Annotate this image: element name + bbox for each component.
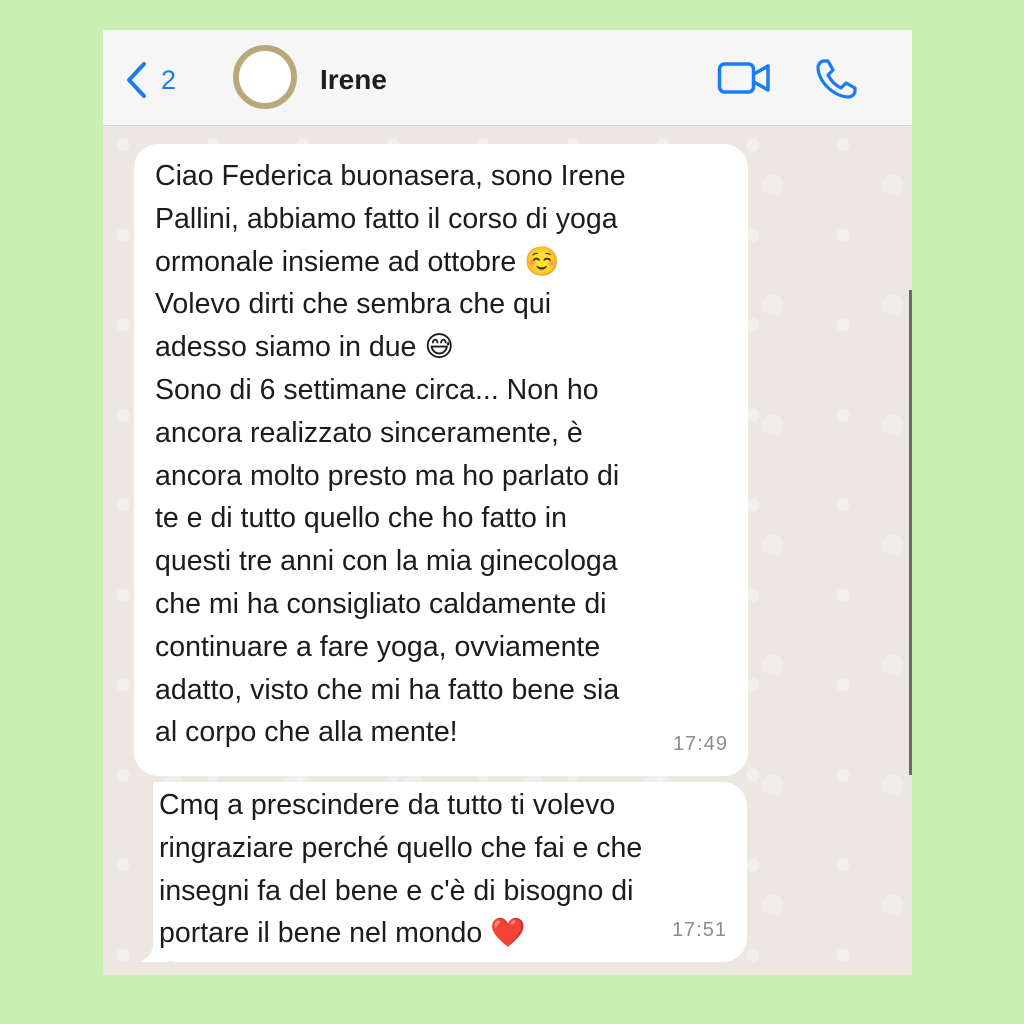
- message-bubble[interactable]: Ciao Federica buonasera, sono Irene Pall…: [134, 144, 748, 776]
- back-button[interactable]: 2: [125, 60, 176, 100]
- phone-icon: [816, 59, 857, 99]
- unread-count: 2: [161, 64, 177, 95]
- message-text: Cmq a prescindere da tutto ti volevo rin…: [159, 789, 643, 950]
- scroll-indicator[interactable]: [909, 290, 912, 775]
- message-time: 17:49: [672, 733, 728, 756]
- message-text: Ciao Federica buonasera, sono Irene Pall…: [155, 160, 626, 749]
- contact-name[interactable]: Irene: [320, 64, 387, 96]
- video-camera-icon: [717, 62, 770, 94]
- avatar[interactable]: [233, 45, 297, 109]
- message-bubble[interactable]: Cmq a prescindere da tutto ti volevo rin…: [153, 782, 747, 962]
- video-call-button[interactable]: [717, 60, 771, 101]
- voice-call-button[interactable]: [815, 58, 859, 105]
- message-time: 17:51: [671, 919, 727, 942]
- chevron-left-icon: [127, 62, 146, 98]
- chat-header: 2 Irene: [103, 30, 912, 126]
- chat-window: 2 Irene Ciao Federica buonasera, sono Ir…: [103, 30, 912, 975]
